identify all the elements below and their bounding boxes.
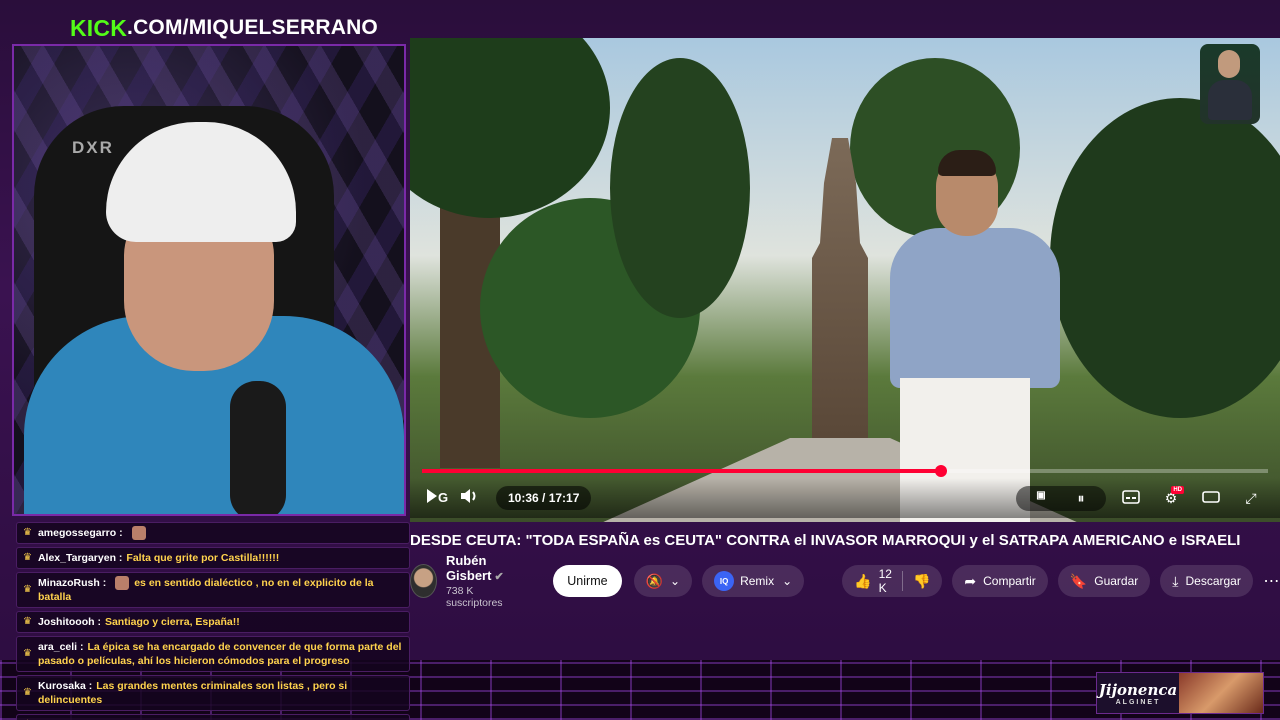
remix-label: Remix bbox=[740, 574, 775, 588]
brand-url: .COM/MIQUELSERRANO bbox=[127, 16, 378, 39]
subtitles-icon[interactable] bbox=[1116, 489, 1146, 507]
download-label: Descargar bbox=[1185, 574, 1241, 588]
progress-scrubber[interactable] bbox=[934, 465, 947, 477]
presenter-shirt bbox=[890, 228, 1060, 388]
chevron-down-icon: ⌄ bbox=[782, 574, 793, 588]
chat-text: Falta que grite por Castilla!!!!!! bbox=[126, 552, 280, 565]
like-icon[interactable]: 👍 bbox=[854, 573, 871, 590]
notification-bell-button[interactable]: 🔕 ⌄ bbox=[633, 565, 693, 597]
chat-text: La épica se ha encargado de convencer de… bbox=[37, 641, 402, 668]
chat-message: ♛ ara_celi : La épica se ha encargado de c… bbox=[16, 636, 410, 673]
video-player[interactable]: G 10:36 / 17:17 ▣ ⏸ ⚙ HD ⤢ bbox=[410, 38, 1280, 522]
join-button[interactable]: Unirme bbox=[553, 565, 622, 597]
channel-avatar[interactable] bbox=[410, 564, 437, 598]
pip-suit bbox=[1208, 80, 1252, 120]
chat-line: Kurosaka : Las grandes mentes criminales … bbox=[38, 679, 403, 707]
chat-text: Santiago y cierra, España!! bbox=[104, 616, 240, 629]
chat-overlay: ♛ amegossegarro : ♛ Alex_Targaryen : Falta q… bbox=[16, 522, 410, 720]
chat-message: ♛ Joshitoooh : Santiago y cierra, España!! bbox=[16, 611, 410, 634]
sponsor-logo: Jijonenca ALGINET bbox=[1097, 673, 1179, 713]
bell-off-icon: 🔕 bbox=[645, 572, 664, 589]
chat-message: ♛ MinazoRush : es en sentido dialéctico , … bbox=[16, 572, 410, 609]
bookmark-icon: 🔖 bbox=[1069, 572, 1088, 589]
download-button[interactable]: ⤓ Descargar bbox=[1160, 565, 1253, 597]
chevron-down-icon: ⌄ bbox=[670, 574, 681, 588]
badge-icon: ♛ bbox=[23, 552, 32, 564]
emote-icon bbox=[131, 526, 146, 541]
chat-line: Alex_Targaryen : Falta que grite por Cast… bbox=[38, 551, 279, 565]
webcam-feed: DXR bbox=[12, 44, 406, 516]
progress-bar[interactable] bbox=[422, 465, 1268, 477]
channel-name-text: Rubén Gisbert bbox=[445, 553, 492, 583]
progress-fill bbox=[422, 469, 941, 473]
download-icon: ⤓ bbox=[1172, 572, 1179, 589]
badge-icon: ♛ bbox=[23, 616, 32, 628]
badge-icon: ♛ bbox=[23, 584, 32, 596]
separator bbox=[902, 571, 903, 591]
presenter-hair bbox=[938, 150, 996, 176]
chair-brand: DXR bbox=[72, 138, 114, 157]
chat-message: ♛ Alex_Targaryen : Falta que grite por Cas… bbox=[16, 547, 410, 570]
autoplay-pause-icon[interactable]: ⏸ bbox=[1066, 490, 1096, 507]
play-next-icon[interactable]: G bbox=[424, 487, 454, 510]
svg-text:G: G bbox=[438, 490, 448, 505]
kick-logo: KICK bbox=[70, 14, 128, 41]
channel-name[interactable]: Rubén Gisbert ✔ bbox=[446, 553, 525, 583]
badge-icon: ♛ bbox=[23, 527, 32, 539]
video-title: DESDE CEUTA: "TODA ESPAÑA es CEUTA" CONT… bbox=[410, 532, 1241, 549]
save-button[interactable]: 🔖 Guardar bbox=[1057, 565, 1151, 597]
sponsor-sub: ALGINET bbox=[1115, 698, 1161, 706]
badge-icon: ♛ bbox=[23, 648, 32, 660]
chat-username[interactable]: amegossegarro : bbox=[38, 527, 123, 539]
iq-badge-icon: IQ bbox=[714, 571, 735, 591]
chat-line: amegossegarro : bbox=[38, 526, 151, 541]
sponsor-name: Jijonenca bbox=[1098, 680, 1178, 699]
dislike-icon[interactable]: 👎 bbox=[913, 573, 930, 590]
share-icon: ➦ bbox=[964, 572, 977, 589]
video-action-bar: Rubén Gisbert ✔ 738 K suscriptores Unirme… bbox=[410, 553, 1280, 609]
pip-head bbox=[1218, 50, 1240, 78]
tree bbox=[1050, 98, 1280, 418]
fullscreen-icon[interactable]: ⤢ bbox=[1236, 490, 1266, 507]
extension-controls: ▣ ⏸ bbox=[1016, 485, 1106, 511]
like-count[interactable]: 12 K bbox=[879, 567, 893, 595]
subscriber-count: 738 K suscriptores bbox=[445, 585, 503, 609]
save-label: Guardar bbox=[1094, 574, 1139, 588]
right-controls: ▣ ⏸ ⚙ HD ⤢ bbox=[1016, 485, 1266, 511]
chat-message: ♛ Kurosaka : Las grandes mentes criminales… bbox=[16, 675, 410, 712]
more-options-icon[interactable]: ⋯ bbox=[1263, 571, 1280, 591]
share-button[interactable]: ➦ Compartir bbox=[952, 565, 1048, 597]
like-dislike-group: 👍 12 K 👎 bbox=[842, 565, 943, 597]
badge-icon: ♛ bbox=[23, 687, 32, 699]
chat-username[interactable]: ara_celi : bbox=[38, 641, 84, 653]
chat-username[interactable]: Kurosaka : bbox=[38, 680, 92, 692]
volume-icon[interactable] bbox=[454, 487, 484, 510]
microphone bbox=[230, 381, 286, 514]
hd-badge: HD bbox=[1171, 485, 1184, 494]
verified-icon: ✔ bbox=[494, 571, 504, 583]
share-label: Compartir bbox=[983, 574, 1036, 588]
tree bbox=[610, 58, 750, 318]
sponsor-image bbox=[1179, 673, 1263, 713]
chat-message: ♛ amegossegarro : bbox=[16, 522, 410, 545]
chat-line: ara_celi : La épica se ha encargado de co… bbox=[38, 640, 403, 668]
iq-icon[interactable]: ▣ bbox=[1026, 490, 1056, 507]
chat-username[interactable]: MinazoRush : bbox=[38, 577, 106, 589]
theater-icon[interactable] bbox=[1196, 490, 1226, 507]
chat-line: Joshitoooh : Santiago y cierra, España!! bbox=[38, 615, 240, 629]
chat-line: MinazoRush : es en sentido dialéctico , n… bbox=[38, 576, 403, 604]
emote-icon bbox=[115, 576, 130, 591]
tree bbox=[410, 38, 610, 218]
remix-button[interactable]: IQ Remix ⌄ bbox=[702, 565, 805, 597]
sponsor-banner: Jijonenca ALGINET bbox=[1096, 672, 1264, 714]
chat-message: ♛Alex_Targaryen :están pillando color en… bbox=[16, 714, 410, 720]
settings-icon[interactable]: ⚙ HD bbox=[1156, 485, 1186, 507]
channel-brand: KICK .COM/MIQUELSERRANO bbox=[70, 14, 378, 42]
player-controls: G 10:36 / 17:17 ▣ ⏸ ⚙ HD ⤢ bbox=[410, 478, 1280, 518]
chat-username[interactable]: Joshitoooh : bbox=[38, 616, 101, 628]
channel-info: Rubén Gisbert ✔ 738 K suscriptores bbox=[446, 553, 525, 609]
chat-username[interactable]: Alex_Targaryen : bbox=[38, 552, 122, 564]
time-display: 10:36 / 17:17 bbox=[496, 486, 592, 510]
